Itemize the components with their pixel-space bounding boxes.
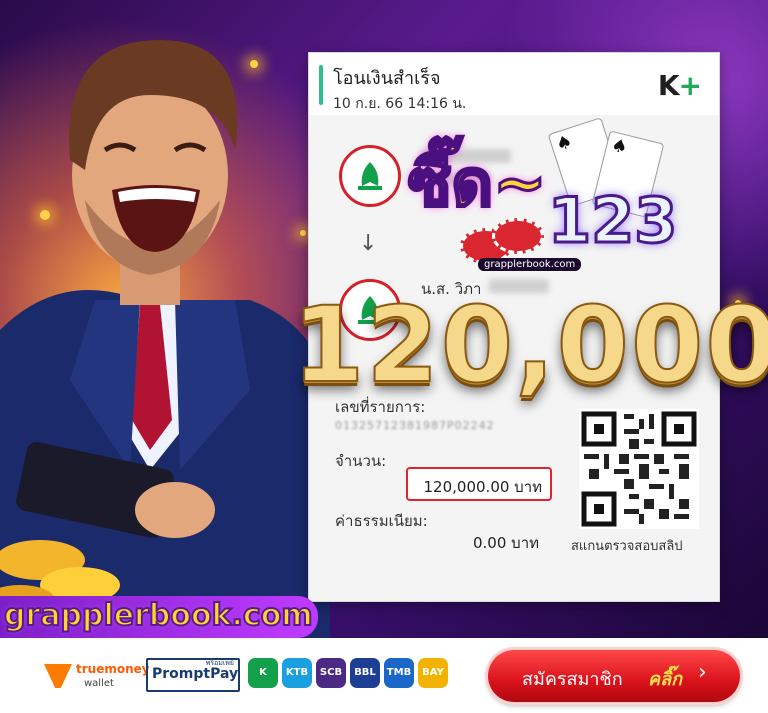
headline-amount: 120,000 xyxy=(291,283,768,407)
bbl-icon: BBL xyxy=(350,658,380,688)
truemoney-icon xyxy=(44,664,72,688)
promptpay-logo: พร้อมเพย์ PromptPay xyxy=(146,658,240,692)
receipt-title: โอนเงินสำเร็จ xyxy=(333,68,441,89)
qr-caption: สแกนตรวจสอบสลิป xyxy=(571,539,683,554)
receipt-datetime: 10 ก.ย. 66 14:16 น. xyxy=(333,96,467,112)
sender-bank-icon xyxy=(339,145,401,207)
krungsri-icon: BAY xyxy=(418,658,448,688)
header-accent-bar xyxy=(319,65,323,105)
register-accent: คลิ๊ก xyxy=(648,669,682,690)
payment-footer: truemoney wallet พร้อมเพย์ PromptPay K KT… xyxy=(0,638,768,713)
spade-icon: ♠ xyxy=(609,134,630,159)
tmb-icon: TMB xyxy=(384,658,414,688)
kbank-icon: K xyxy=(248,658,278,688)
kplus-logo: K+ xyxy=(657,69,702,102)
fee-label: ค่าธรรมเนียม: xyxy=(335,512,428,530)
site-name: grapplerbook.com xyxy=(3,597,314,634)
spade-icon: ♠ xyxy=(553,130,576,156)
brand-badge: ♠ ♠ ซี๊ด~ 123 grapplerbook.com xyxy=(400,117,700,278)
truemoney-wallet-logo: truemoney wallet xyxy=(44,660,150,694)
chevron-right-icon: › xyxy=(698,660,707,685)
man-illustration xyxy=(0,40,330,638)
ref-value: 01325712381987P02242 xyxy=(335,419,495,432)
scb-icon: SCB xyxy=(316,658,346,688)
truemoney-name: truemoney xyxy=(76,662,150,676)
receipt-header: โอนเงินสำเร็จ 10 ก.ย. 66 14:16 น. K+ xyxy=(309,53,719,115)
truemoney-sub: wallet xyxy=(84,678,114,689)
amount-highlight: 120,000.00 บาท xyxy=(406,467,552,501)
amount-label: จำนวน: xyxy=(335,452,387,470)
badge-url: grapplerbook.com xyxy=(478,258,582,271)
register-button[interactable]: สมัครสมาชิก คลิ๊ก › xyxy=(488,650,740,702)
brand-number: 123 xyxy=(546,183,678,259)
ad-banner: โอนเงินสำเร็จ 10 ก.ย. 66 14:16 น. K+ ↓ น… xyxy=(0,0,768,713)
krungthai-icon: KTB xyxy=(282,658,312,688)
fee-value: 0.00 บาท xyxy=(473,534,539,552)
amount-value: 120,000.00 บาท xyxy=(423,478,542,496)
qr-code xyxy=(579,409,699,529)
hero-background: โอนเงินสำเร็จ 10 ก.ย. 66 14:16 น. K+ ↓ น… xyxy=(0,0,768,638)
register-label: สมัครสมาชิก xyxy=(522,669,623,690)
promptpay-name: PromptPay xyxy=(152,666,239,682)
brand-word: ซี๊ด~ xyxy=(407,146,549,223)
transfer-arrow: ↓ xyxy=(359,231,378,256)
